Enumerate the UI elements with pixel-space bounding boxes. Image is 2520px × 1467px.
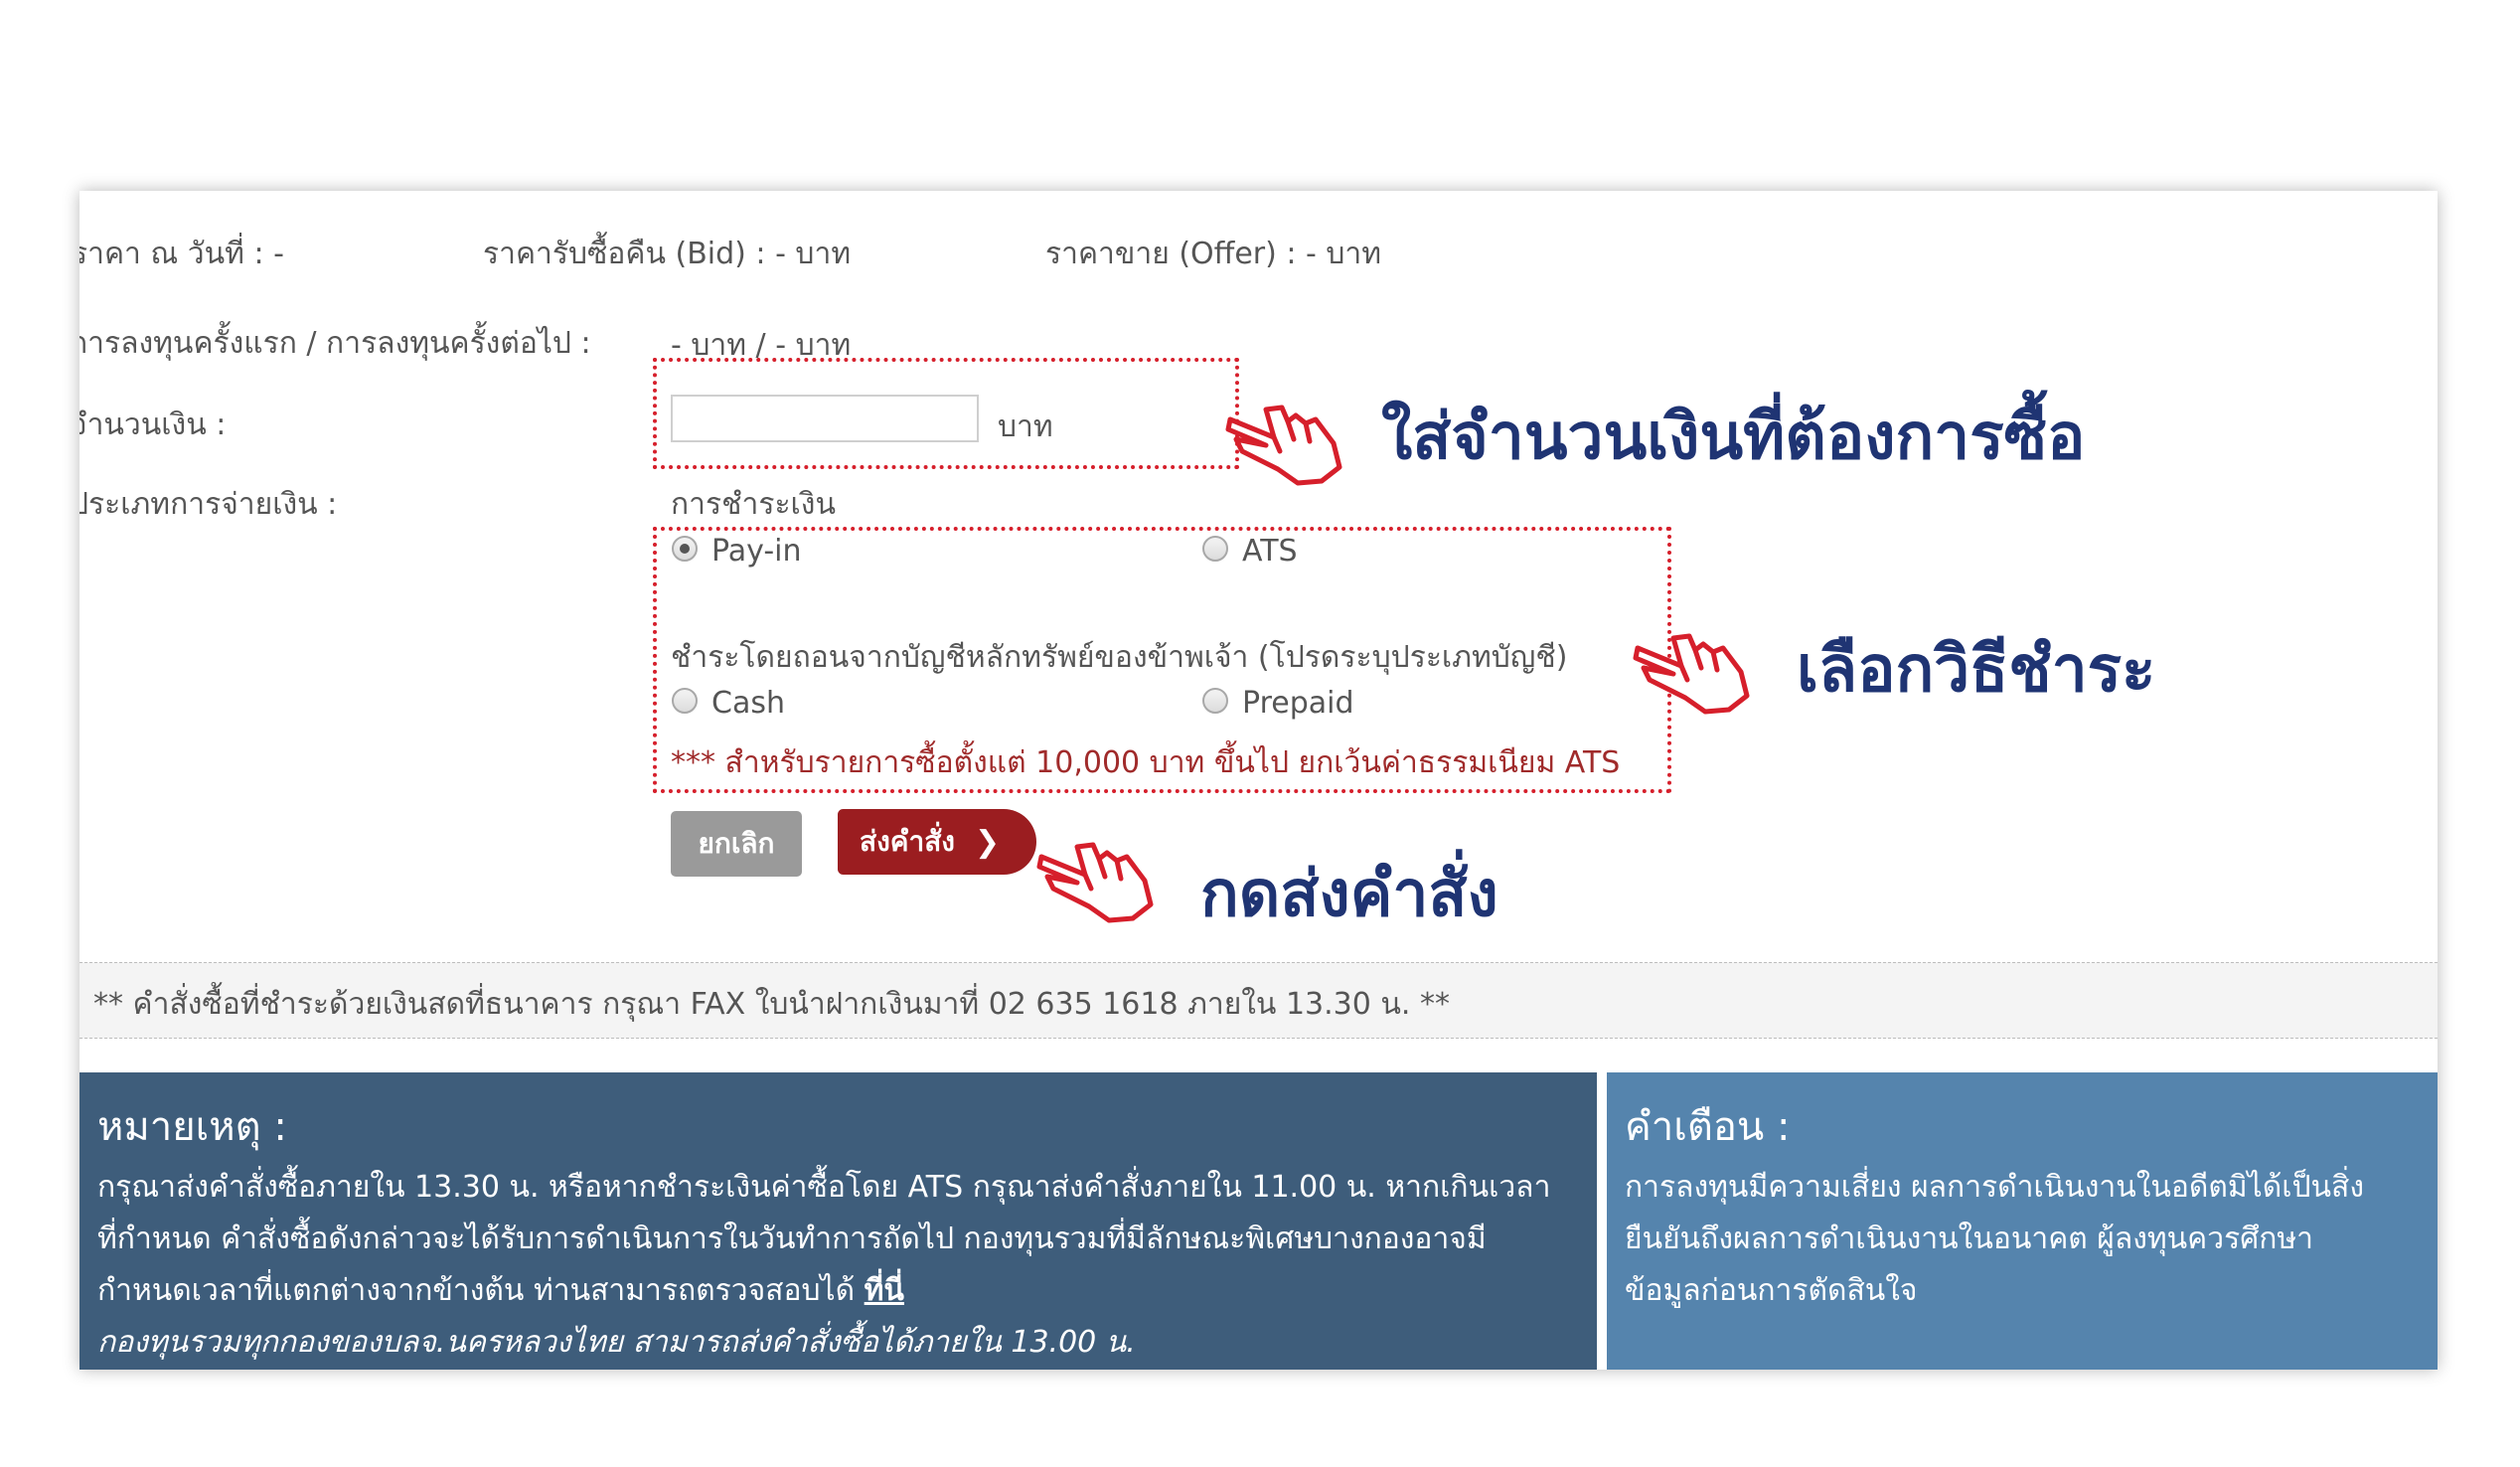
remarks-line-3: กำหนดเวลาที่แตกต่างจากข้างต้น ท่านสามารถ… <box>97 1267 904 1314</box>
payment-highlight-box <box>653 527 1671 793</box>
fax-notice-bar: ** คำสั่งซื้อที่ชำระด้วยเงินสดที่ธนาคาร … <box>79 962 2438 1039</box>
pointing-hand-icon <box>1036 842 1154 923</box>
remarks-line-1: กรุณาส่งคำสั่งซื้อภายใน 13.30 น. หรือหาก… <box>97 1170 1551 1205</box>
price-date: ราคา ณ วันที่ : - <box>79 237 284 271</box>
pointing-hand-icon <box>1225 405 1342 486</box>
cancel-button-label: ยกเลิก <box>698 827 775 860</box>
amount-highlight-box <box>653 358 1239 469</box>
remarks-line-2: ที่กำหนด คำสั่งซื้อดังกล่าวจะได้รับการดำ… <box>97 1222 1487 1256</box>
warning-line-1: การลงทุนมีความเสี่ยง ผลการดำเนินงานในอดี… <box>1625 1170 2365 1205</box>
submit-order-button[interactable]: ส่งคำสั่ง ❯ <box>838 809 1036 875</box>
annotation-press-submit: กดส่งคำสั่ง <box>1200 858 1498 931</box>
annotation-enter-amount: ใส่จำนวนเงินที่ต้องการซื้อ <box>1381 401 2086 474</box>
pointing-hand-icon <box>1633 633 1750 715</box>
warning-title: คำเตือน : <box>1625 1104 1791 1150</box>
warning-line-3: ข้อมูลก่อนการตัดสินใจ <box>1625 1273 1918 1308</box>
annotation-choose-method: เลือกวิธีชำระ <box>1797 633 2156 707</box>
warning-box: คำเตือน : การลงทุนมีความเสี่ยง ผลการดำเน… <box>1607 1072 2438 1370</box>
payment-heading: การชำระเงิน <box>671 487 836 522</box>
fax-notice: ** คำสั่งซื้อที่ชำระด้วยเงินสดที่ธนาคาร … <box>93 987 1450 1022</box>
amount-label: จำนวนเงิน : <box>79 408 227 442</box>
order-panel: ราคา ณ วันที่ : - ราคารับซื้อคืน (Bid) :… <box>79 191 2438 1370</box>
payment-type-label: ประเภทการจ่ายเงิน : <box>79 487 338 522</box>
offer-price: ราคาขาย (Offer) : - บาท <box>1045 237 1382 271</box>
investment-label: การลงทุนครั้งแรก / การลงทุนครั้งต่อไป : <box>79 326 591 361</box>
bid-price: ราคารับซื้อคืน (Bid) : - บาท <box>483 237 852 271</box>
remarks-line-3-text: กำหนดเวลาที่แตกต่างจากข้างต้น ท่านสามารถ… <box>97 1273 856 1308</box>
cancel-button[interactable]: ยกเลิก <box>671 811 802 877</box>
chevron-right-icon: ❯ <box>974 824 1001 860</box>
remarks-line-4: กองทุนรวมทุกกองของบลจ.นครหลวงไทย สามารถส… <box>97 1325 1136 1360</box>
remarks-box: หมายเหตุ : กรุณาส่งคำสั่งซื้อภายใน 13.30… <box>79 1072 1597 1370</box>
remarks-title: หมายเหตุ : <box>97 1104 287 1150</box>
warning-line-2: ยืนยันถึงผลการดำเนินงานในอนาคต ผู้ลงทุนค… <box>1625 1222 2314 1256</box>
check-here-link[interactable]: ที่นี่ <box>865 1273 904 1308</box>
submit-button-label: ส่งคำสั่ง <box>860 825 955 858</box>
